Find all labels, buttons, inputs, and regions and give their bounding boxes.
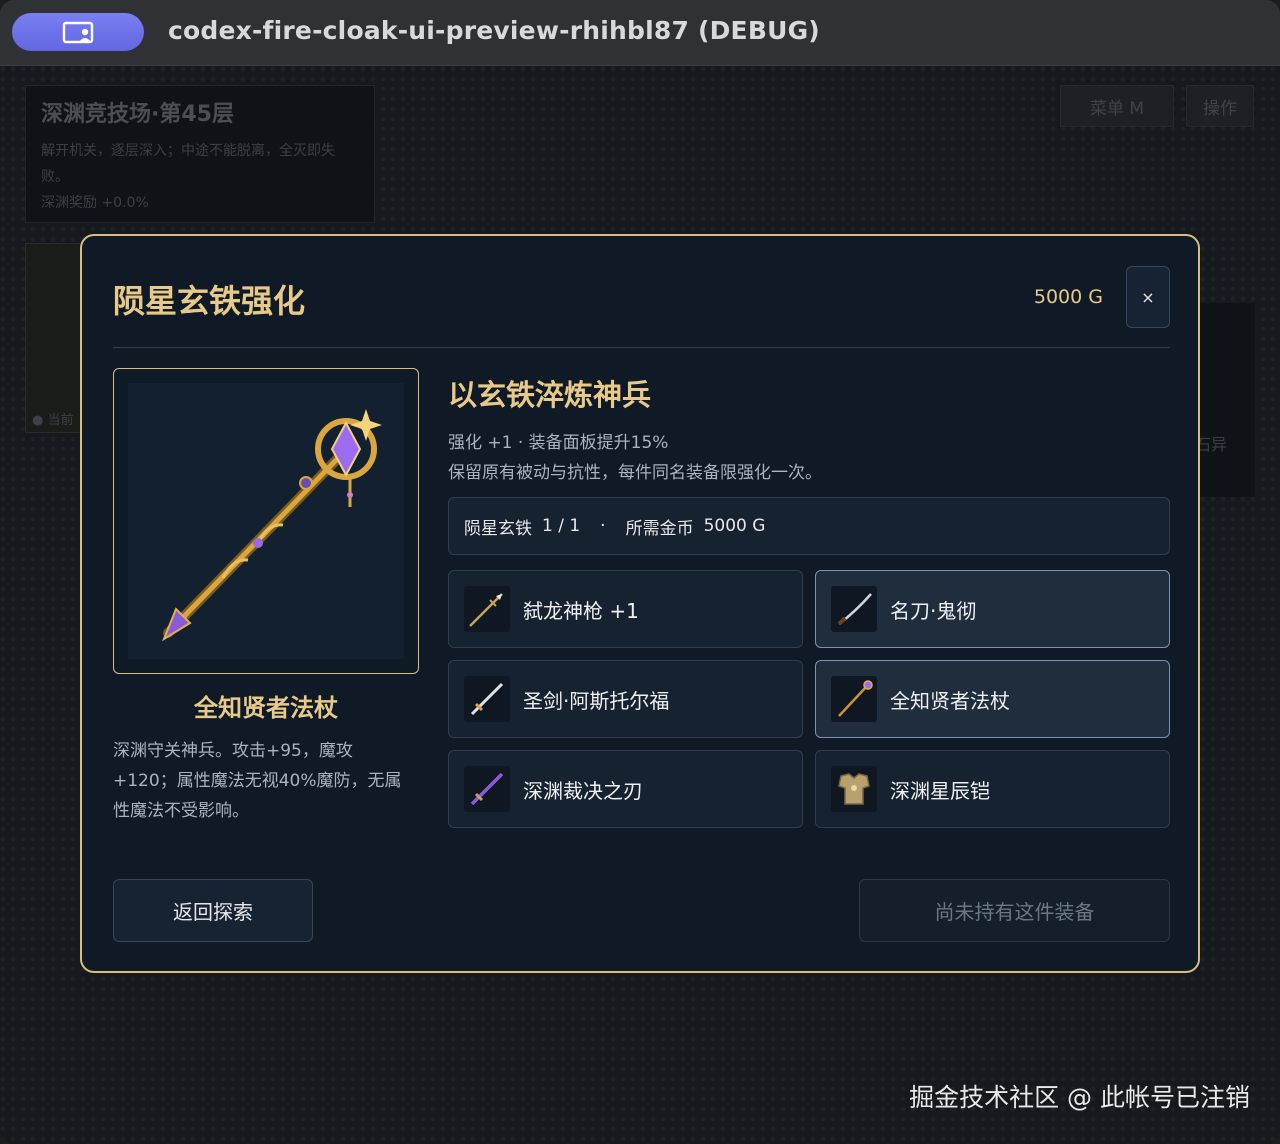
- equipment-option[interactable]: 深渊星辰铠: [815, 750, 1170, 828]
- equipment-option[interactable]: 圣剑·阿斯托尔福: [448, 660, 803, 738]
- abyss-blade-icon: [464, 766, 510, 812]
- menu-button[interactable]: 菜单 M: [1060, 85, 1174, 127]
- window-title: codex-fire-cloak-ui-preview-rhihbl87 (DE…: [168, 16, 820, 45]
- window-user-icon: [62, 21, 94, 44]
- action-menu-button[interactable]: 操作: [1186, 85, 1254, 127]
- equipment-label: 圣剑·阿斯托尔福: [523, 689, 670, 713]
- item-art: [128, 383, 404, 659]
- material-count: 1 / 1: [542, 516, 581, 536]
- holy-sword-icon: [464, 676, 510, 722]
- equipment-label: 名刀·鬼彻: [890, 599, 977, 623]
- arena-description: 解开机关，逐层深入；中途不能脱离，全灭即失败。: [41, 143, 335, 185]
- enhance-heading: 以玄铁淬炼神兵: [448, 378, 652, 412]
- close-button[interactable]: ×: [1126, 266, 1170, 328]
- arena-reward: 深渊奖励 +0.0%: [41, 195, 149, 211]
- arena-info-panel: 深渊竞技场·第45层 解开机关，逐层深入；中途不能脱离，全灭即失败。 深渊奖励 …: [25, 85, 375, 223]
- side-card[interactable]: 石异: [1195, 303, 1255, 497]
- watermark: 掘金技术社区 @ 此帐号已注销: [909, 1083, 1250, 1112]
- header-divider: [113, 347, 1170, 348]
- equipment-option-selected[interactable]: 名刀·鬼彻: [815, 570, 1170, 648]
- staff-art-icon: [161, 409, 382, 642]
- armor-icon: [831, 766, 877, 812]
- equipment-option[interactable]: 深渊裁决之刃: [448, 750, 803, 828]
- equipment-label: 深渊裁决之刃: [523, 779, 643, 803]
- dialog-title: 陨星玄铁强化: [113, 282, 306, 320]
- staff-icon: [831, 676, 877, 722]
- party-card-label: ● 当前: [32, 413, 74, 428]
- gold-display: 5000 G: [1033, 286, 1103, 308]
- equipment-label: 深渊星辰铠: [890, 779, 990, 803]
- equipment-label: 全知贤者法杖: [890, 689, 1010, 713]
- enhance-dialog: 陨星玄铁强化 5000 G × 全知贤者法杖 深渊守关神兵。攻击+95，魔攻+1…: [80, 234, 1200, 973]
- equipment-label: 弑龙神枪 +1: [523, 599, 639, 623]
- requirement-separator: ·: [600, 516, 606, 536]
- material-name: 陨星玄铁: [464, 518, 532, 539]
- equipment-option[interactable]: 弑龙神枪 +1: [448, 570, 803, 648]
- spear-icon: [464, 586, 510, 632]
- app-window: codex-fire-cloak-ui-preview-rhihbl87 (DE…: [0, 0, 1280, 1144]
- gold-cost-value: 5000 G: [703, 516, 766, 536]
- return-explore-button[interactable]: 返回探索: [113, 879, 313, 942]
- equipment-option-selected[interactable]: 全知贤者法杖: [815, 660, 1170, 738]
- requirement-box: 陨星玄铁 1 / 1 · 所需金币 5000 G: [448, 497, 1170, 555]
- arena-title: 深渊竞技场·第45层: [41, 102, 234, 127]
- enhance-info-line-1: 强化 +1 · 装备面板提升15%: [448, 433, 669, 453]
- gold-cost-label: 所需金币: [625, 518, 694, 539]
- app-switcher-button[interactable]: [12, 13, 144, 51]
- enhance-info-line-2: 保留原有被动与抗性，每件同名装备限强化一次。: [448, 463, 822, 483]
- party-card[interactable]: ● 当前: [25, 243, 85, 433]
- title-bar: codex-fire-cloak-ui-preview-rhihbl87 (DE…: [0, 0, 1280, 66]
- selected-item-description: 深渊守关神兵。攻击+95，魔攻+120；属性魔法无视40%魔防，无属性魔法不受影…: [113, 741, 402, 821]
- katana-icon: [831, 586, 877, 632]
- selected-item-name: 全知贤者法杖: [194, 694, 338, 722]
- game-viewport: 深渊竞技场·第45层 解开机关，逐层深入；中途不能脱离，全灭即失败。 深渊奖励 …: [0, 66, 1280, 1144]
- enhance-button-disabled[interactable]: 尚未持有这件装备: [859, 879, 1170, 942]
- item-art-frame: [113, 368, 419, 674]
